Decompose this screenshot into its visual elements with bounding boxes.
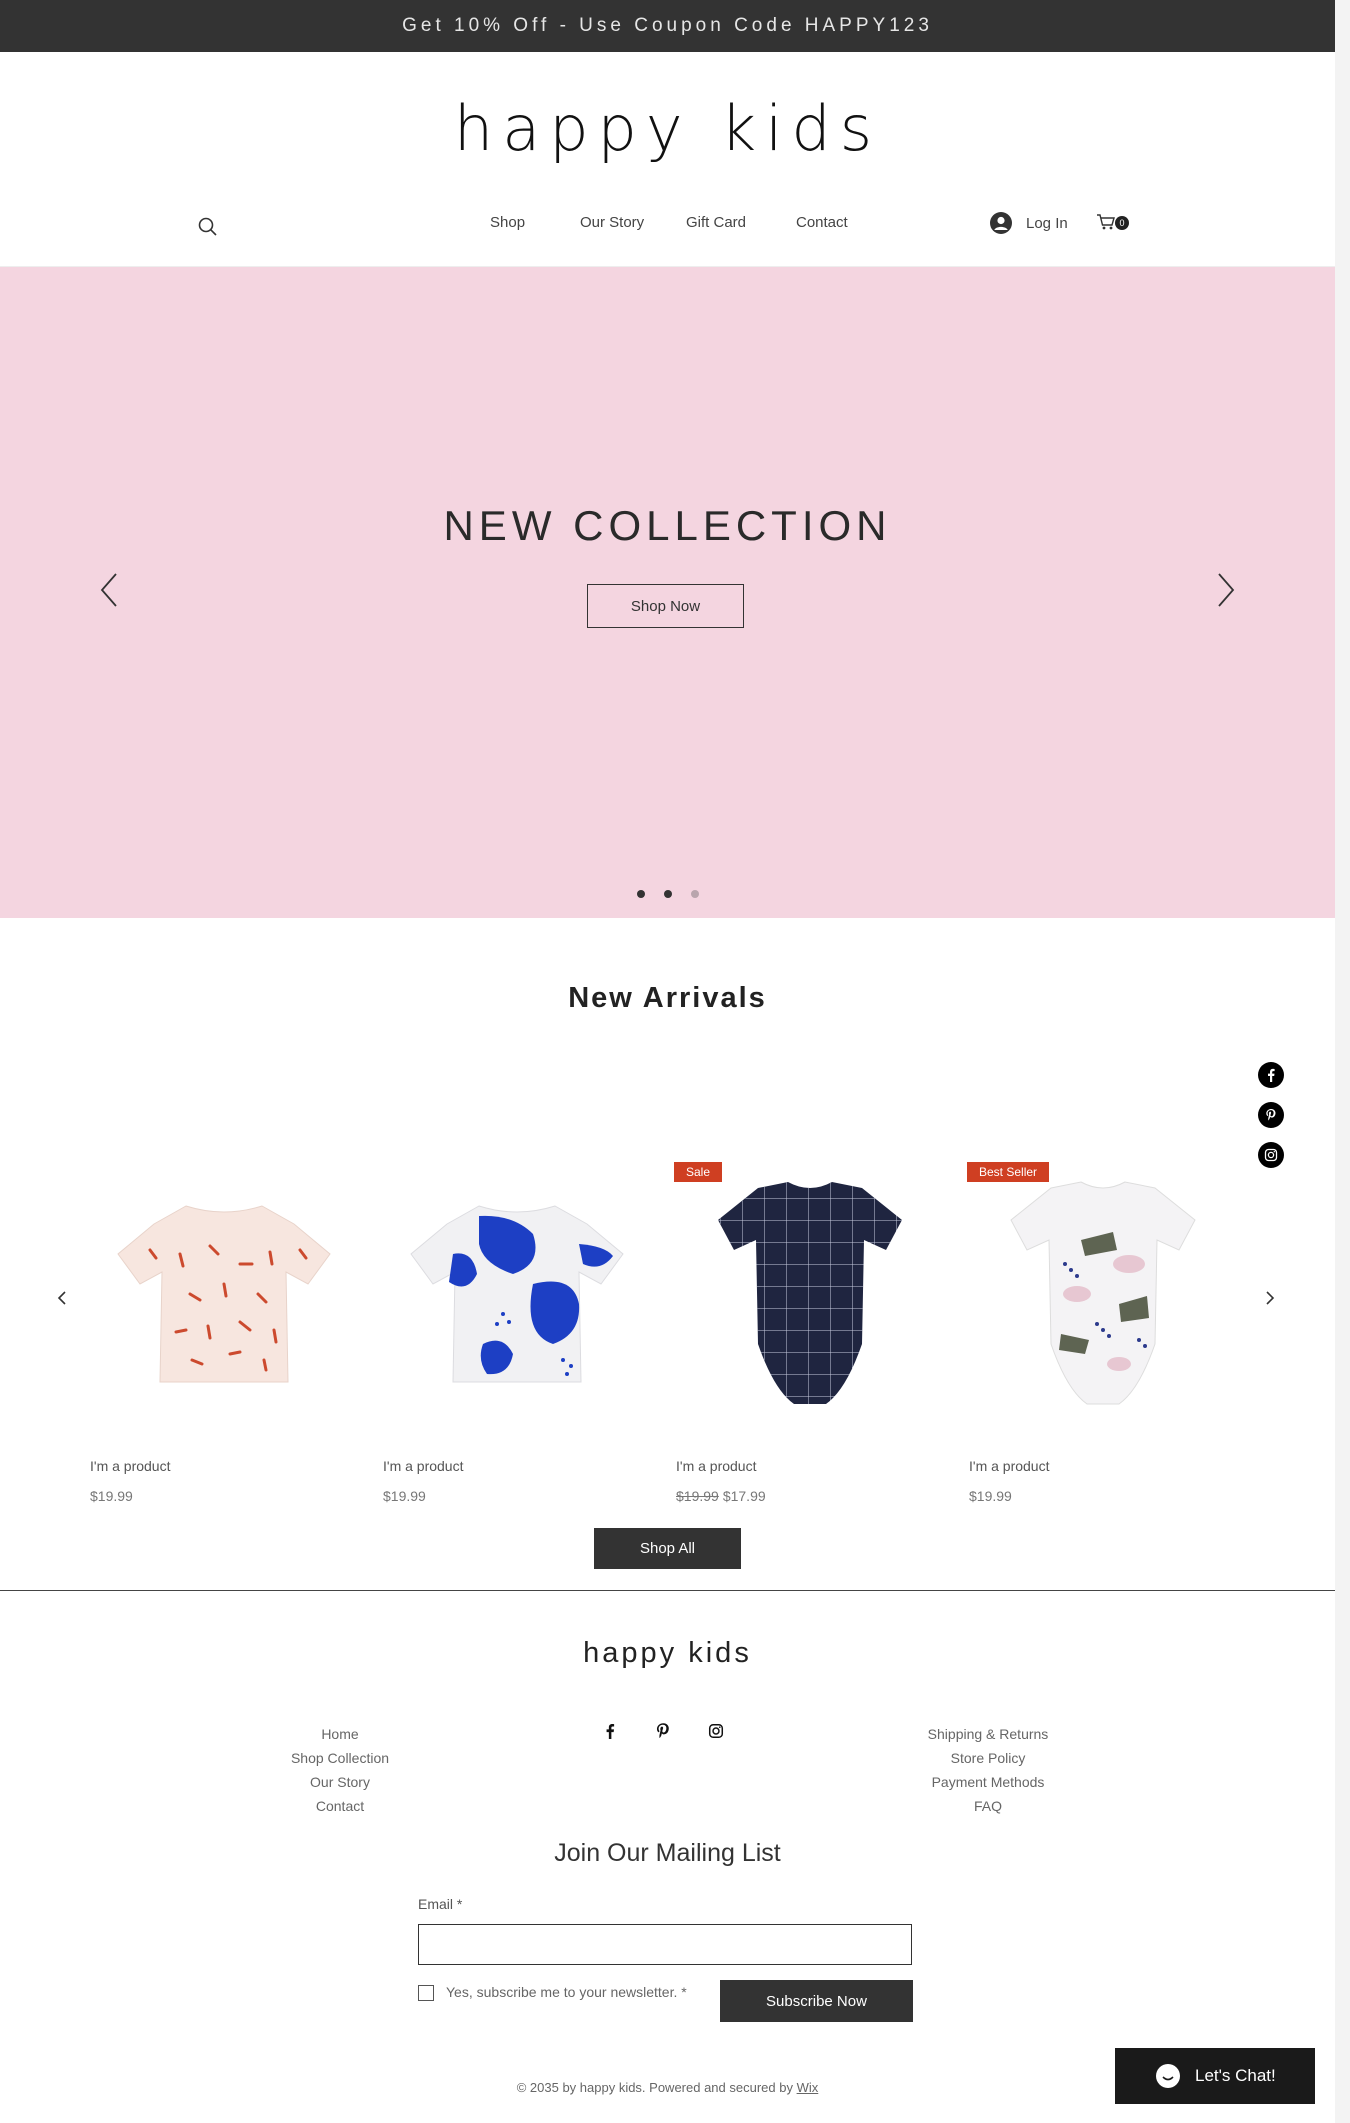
footer-social-icons [600,1721,726,1741]
product-name: I'm a product [676,1458,757,1474]
instagram-icon[interactable] [1258,1142,1284,1168]
chat-label: Let's Chat! [1195,2066,1276,2085]
email-field[interactable] [418,1924,912,1965]
sale-badge: Sale [674,1162,723,1182]
pinterest-icon[interactable] [1258,1102,1284,1128]
slide-dot[interactable] [690,890,699,898]
slide-dot[interactable] [636,890,645,898]
nav-our-story[interactable]: Our Story [580,214,644,231]
sale-price: $17.99 [722,1488,766,1504]
main-nav: Shop Our Story Gift Card Contact [0,214,1335,240]
wix-link[interactable]: Wix [797,2080,819,2095]
footer-link-our-story[interactable]: Our Story [260,1770,420,1794]
email-label: Email * [418,1896,463,1912]
pinterest-icon[interactable] [653,1721,673,1741]
chevron-right-icon[interactable] [1213,570,1239,610]
newsletter-checkbox[interactable] [418,1985,434,2001]
product-image[interactable] [383,1154,651,1436]
footer-link-shipping-returns[interactable]: Shipping & Returns [898,1722,1078,1746]
footer-divider [0,1590,1335,1591]
chevron-right-icon[interactable] [1262,1286,1278,1310]
price: $19.99 [90,1488,133,1504]
footer-link-contact[interactable]: Contact [260,1794,420,1818]
footer-links-right: Shipping & Returns Store Policy Payment … [898,1722,1078,1818]
chevron-left-icon[interactable] [96,570,122,610]
footer-link-faq[interactable]: FAQ [898,1794,1078,1818]
chat-smile-icon [1156,2064,1180,2088]
facebook-icon[interactable] [600,1721,620,1741]
nav-contact[interactable]: Contact [796,214,848,231]
product-card[interactable]: I'm a product $19.99 [383,1154,651,1504]
scrollbar[interactable] [1335,0,1350,2123]
product-price: $19.99 $17.99 [676,1488,944,1504]
cart-count-badge: 0 [1115,216,1129,230]
facebook-icon[interactable] [1258,1062,1284,1088]
announcement-bar: Get 10% Off - Use Coupon Code HAPPY123 [0,0,1335,52]
newsletter-checkbox-label: Yes, subscribe me to your newsletter. * [446,1984,687,2000]
price: $19.99 [383,1488,426,1504]
chat-button[interactable]: Let's Chat! [1115,2048,1315,2104]
footer-link-payment-methods[interactable]: Payment Methods [898,1770,1078,1794]
slide-indicators [0,890,1335,898]
user-avatar-icon [990,212,1012,234]
old-price: $19.99 [676,1488,719,1504]
slide-dot[interactable] [663,890,672,898]
product-image[interactable]: Sale [674,1154,944,1436]
copyright-text: © 2035 by happy kids. Powered and secure… [516,2080,797,2095]
login-button[interactable]: Log In [990,212,1068,234]
cart-icon [1097,214,1115,230]
price: $19.99 [969,1488,1012,1504]
hero-title: NEW COLLECTION [443,502,892,549]
product-image[interactable]: Best Seller [967,1154,1237,1436]
page: Get 10% Off - Use Coupon Code HAPPY123 h… [0,0,1335,2123]
product-card[interactable]: Best Seller I'm a product $19.99 [967,1154,1237,1504]
hero-slideshow: NEW COLLECTION Shop Now [0,267,1335,918]
product-image[interactable] [90,1154,358,1436]
site-logo[interactable]: happy kids [0,92,1335,165]
social-bar [1258,1062,1284,1182]
product-price: $19.99 [90,1488,358,1504]
login-label: Log In [1026,214,1068,232]
best-seller-badge: Best Seller [967,1162,1050,1182]
shop-now-button[interactable]: Shop Now [587,584,744,628]
subscribe-button[interactable]: Subscribe Now [720,1980,913,2022]
product-card[interactable]: I'm a product $19.99 [90,1154,358,1504]
nav-gift-card[interactable]: Gift Card [686,214,746,231]
product-name: I'm a product [969,1458,1050,1474]
chevron-left-icon[interactable] [54,1286,70,1310]
product-price: $19.99 [969,1488,1237,1504]
footer-link-home[interactable]: Home [260,1722,420,1746]
shop-all-button[interactable]: Shop All [594,1528,741,1569]
footer-link-shop-collection[interactable]: Shop Collection [260,1746,420,1770]
instagram-icon[interactable] [706,1721,726,1741]
section-title: New Arrivals [568,982,767,1014]
footer-links-left: Home Shop Collection Our Story Contact [260,1722,420,1818]
nav-shop[interactable]: Shop [490,214,525,231]
product-price: $19.99 [383,1488,651,1504]
product-name: I'm a product [383,1458,464,1474]
cart-button[interactable]: 0 [1096,213,1132,235]
product-card[interactable]: Sale I'm a product $19.99 $17.99 [674,1154,944,1504]
product-name: I'm a product [90,1458,171,1474]
mailing-list-title: Join Our Mailing List [554,1839,781,1867]
footer-link-store-policy[interactable]: Store Policy [898,1746,1078,1770]
footer-logo[interactable]: happy kids [0,1637,1335,1670]
